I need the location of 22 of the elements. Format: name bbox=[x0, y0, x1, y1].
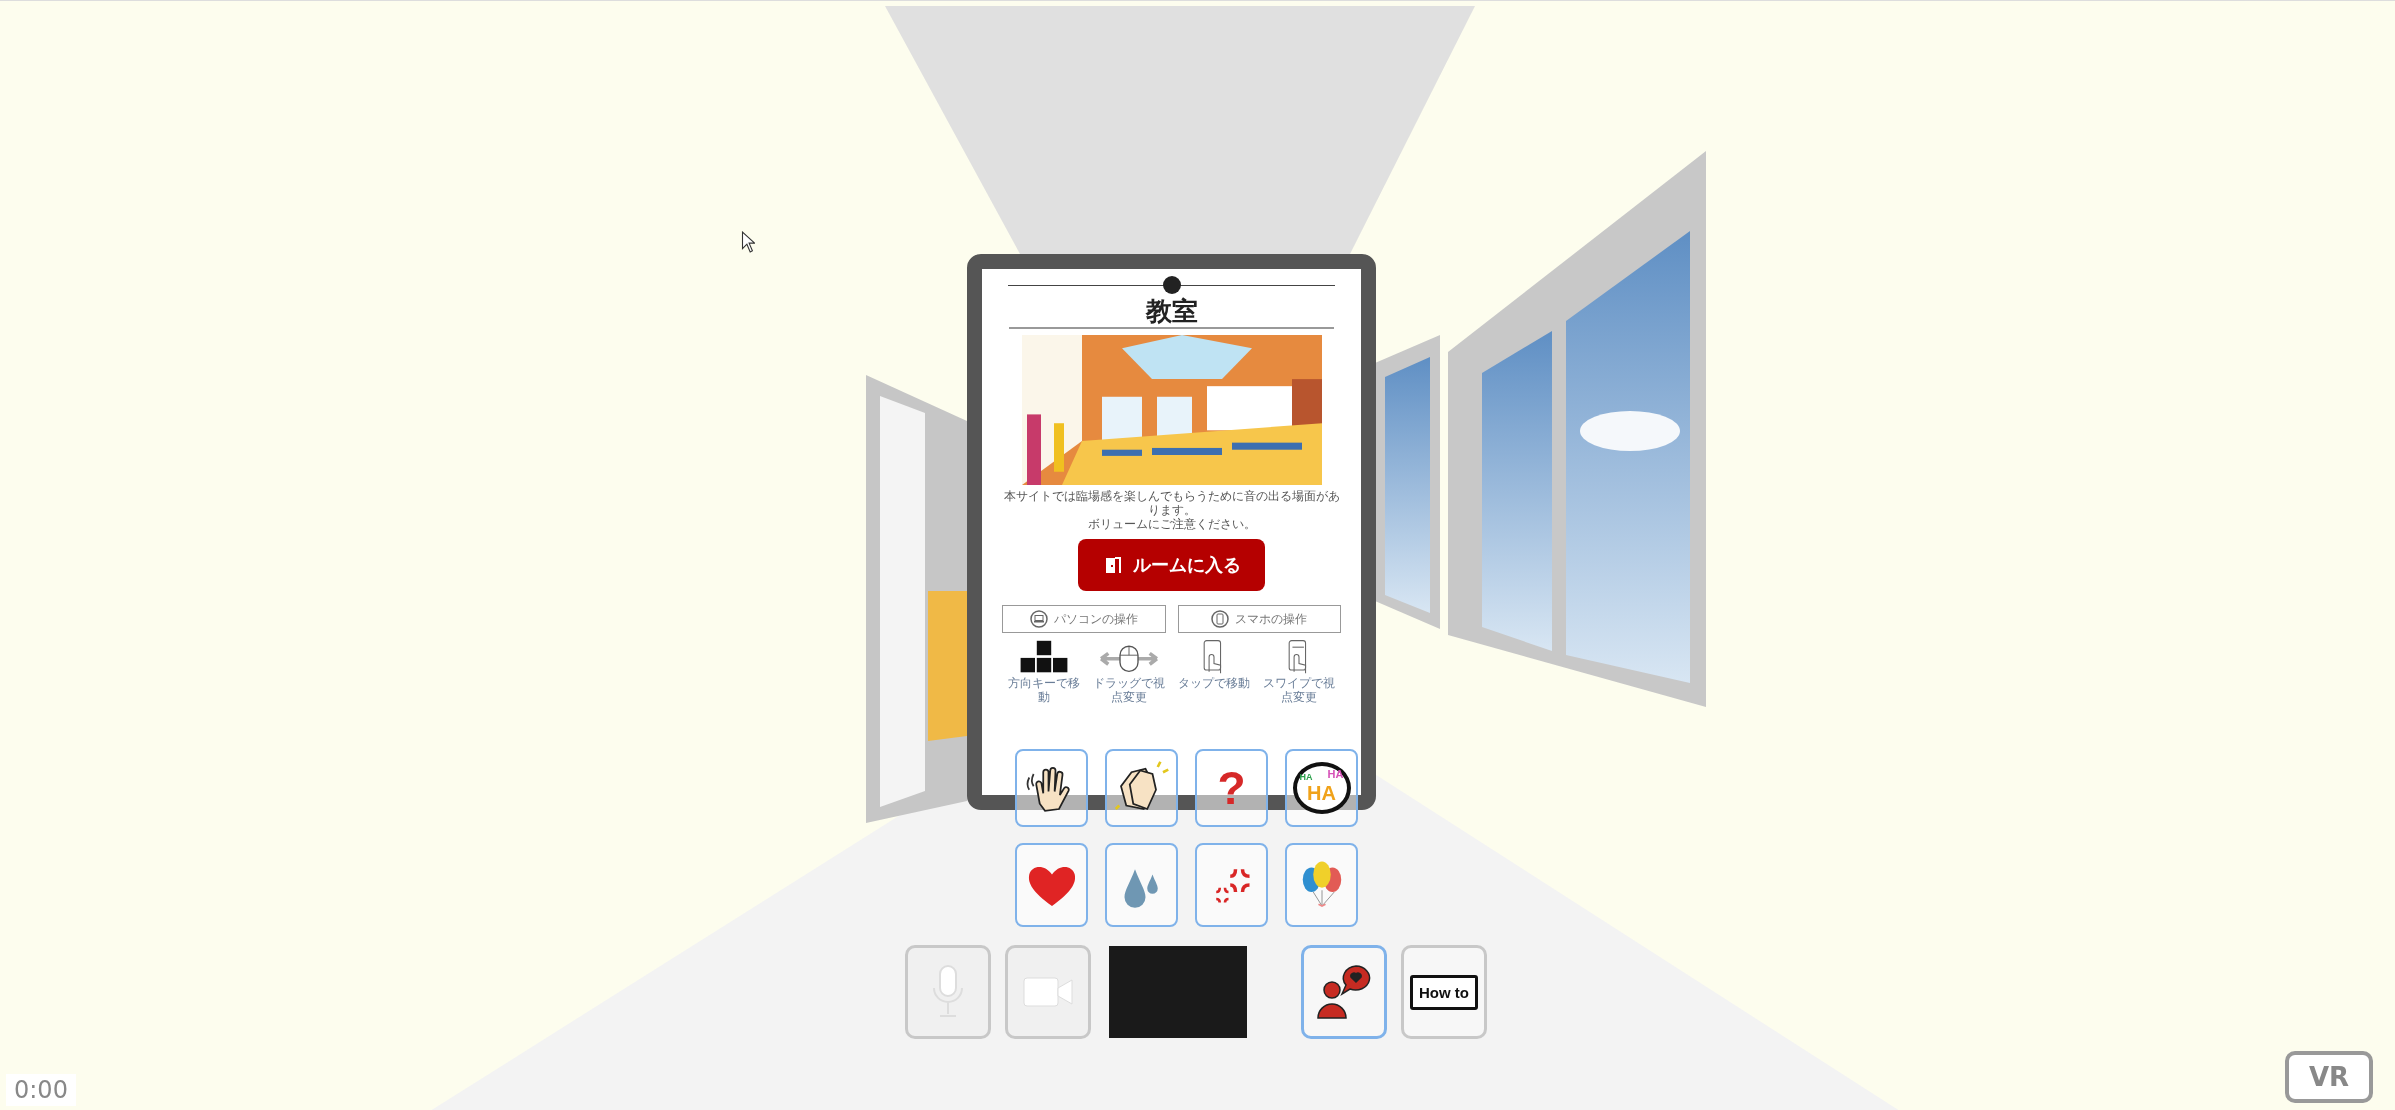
notice-text: ボリュームにご注意ください。 bbox=[1087, 517, 1256, 531]
control-caption: ドラッグで視点変更 bbox=[1091, 676, 1166, 704]
enter-room-button[interactable]: ルームに入る bbox=[1078, 539, 1265, 591]
laptop-icon bbox=[1029, 610, 1048, 628]
notice-text: 本サイトでは臨場感を楽しんでもらうために音の出る場面があります。 bbox=[1002, 489, 1341, 517]
reaction-button[interactable]: ? bbox=[1195, 749, 1268, 827]
control-caption: タップで移動 bbox=[1178, 676, 1251, 690]
how-to-button[interactable]: How to bbox=[1401, 945, 1487, 1039]
control-caption: スワイプで視点変更 bbox=[1262, 676, 1337, 704]
reaction-button[interactable] bbox=[1105, 749, 1178, 827]
phone-icon bbox=[1211, 610, 1230, 628]
badge-icon bbox=[1162, 276, 1181, 294]
control-caption: 方向キーで移動 bbox=[1006, 676, 1081, 704]
chat-button[interactable] bbox=[1301, 945, 1387, 1039]
vr-button[interactable]: VR bbox=[2285, 1051, 2373, 1103]
timer: 0:00 bbox=[6, 1074, 76, 1106]
reaction-button[interactable]: HA HA HA bbox=[1285, 749, 1358, 827]
guide-button[interactable]: スマホの操作 bbox=[1177, 605, 1341, 633]
reaction-button[interactable] bbox=[1015, 749, 1088, 827]
cursor-icon bbox=[741, 231, 755, 253]
guide-button[interactable]: パソコンの操作 bbox=[1002, 605, 1166, 633]
room-title: 教室 bbox=[1145, 295, 1198, 327]
